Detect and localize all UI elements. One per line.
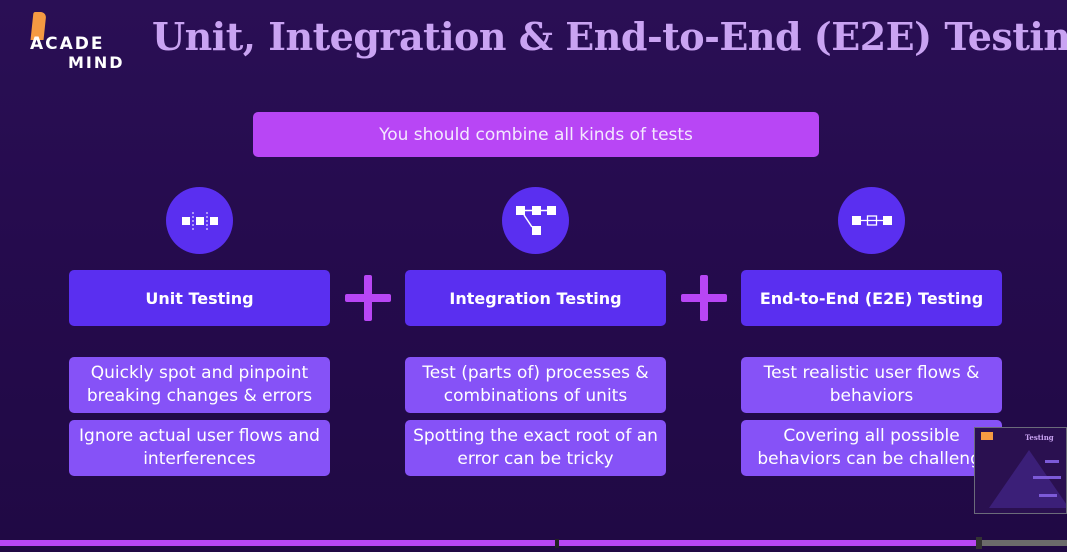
chapter-marker (555, 539, 559, 548)
desc-line: combinations of units (443, 386, 628, 406)
desc-line: Ignore actual user flows and (79, 426, 320, 446)
unit-pro-box: Quickly spot and pinpoint breaking chang… (69, 357, 330, 413)
plus-icon (345, 275, 391, 321)
video-progress-fill (0, 540, 976, 546)
desc-line: Test realistic user flows & (763, 363, 980, 383)
logo-line2: MIND (68, 53, 125, 72)
preview-pyramid-icon (989, 450, 1066, 508)
e2e-pro-box: Test realistic user flows & behaviors (741, 357, 1002, 413)
desc-line: Covering all possible (783, 426, 960, 446)
plus-icon (681, 275, 727, 321)
integration-pro-box: Test (parts of) processes & combinations… (405, 357, 666, 413)
slide-preview-thumbnail[interactable]: Testing (974, 427, 1067, 514)
preview-title: Testing (1025, 433, 1054, 442)
unit-blocks-icon (166, 187, 233, 254)
preview-bar (1033, 476, 1061, 479)
desc-line: Spotting the exact root of an (413, 426, 658, 446)
desc-line: error can be tricky (457, 449, 614, 469)
preview-bar (1045, 460, 1059, 463)
desc-line: interferences (143, 449, 256, 469)
unit-con-box: Ignore actual user flows and interferenc… (69, 420, 330, 476)
preview-logo-icon (981, 432, 993, 440)
desc-line: Test (parts of) processes & (422, 363, 649, 383)
integration-testing-heading: Integration Testing (405, 270, 666, 326)
preview-bar (1039, 494, 1057, 497)
academind-logo: ACADE MIND (20, 12, 130, 72)
desc-line: breaking changes & errors (86, 386, 313, 406)
integration-con-box: Spotting the exact root of an error can … (405, 420, 666, 476)
logo-line1: ACADE (30, 34, 105, 54)
slide-title: Unit, Integration & End-to-End (E2E) Tes… (152, 14, 1067, 59)
integration-flow-icon (502, 187, 569, 254)
video-progress-handle[interactable] (976, 537, 982, 549)
e2e-chain-icon (838, 187, 905, 254)
desc-line: Quickly spot and pinpoint (90, 363, 309, 383)
desc-line: behaviors (829, 386, 914, 406)
e2e-testing-heading: End-to-End (E2E) Testing (741, 270, 1002, 326)
unit-testing-heading: Unit Testing (69, 270, 330, 326)
desc-line: behaviors can be challengi (757, 449, 986, 469)
e2e-con-box: Covering all possible behaviors can be c… (741, 420, 1002, 476)
combine-tests-banner: You should combine all kinds of tests (253, 112, 819, 157)
